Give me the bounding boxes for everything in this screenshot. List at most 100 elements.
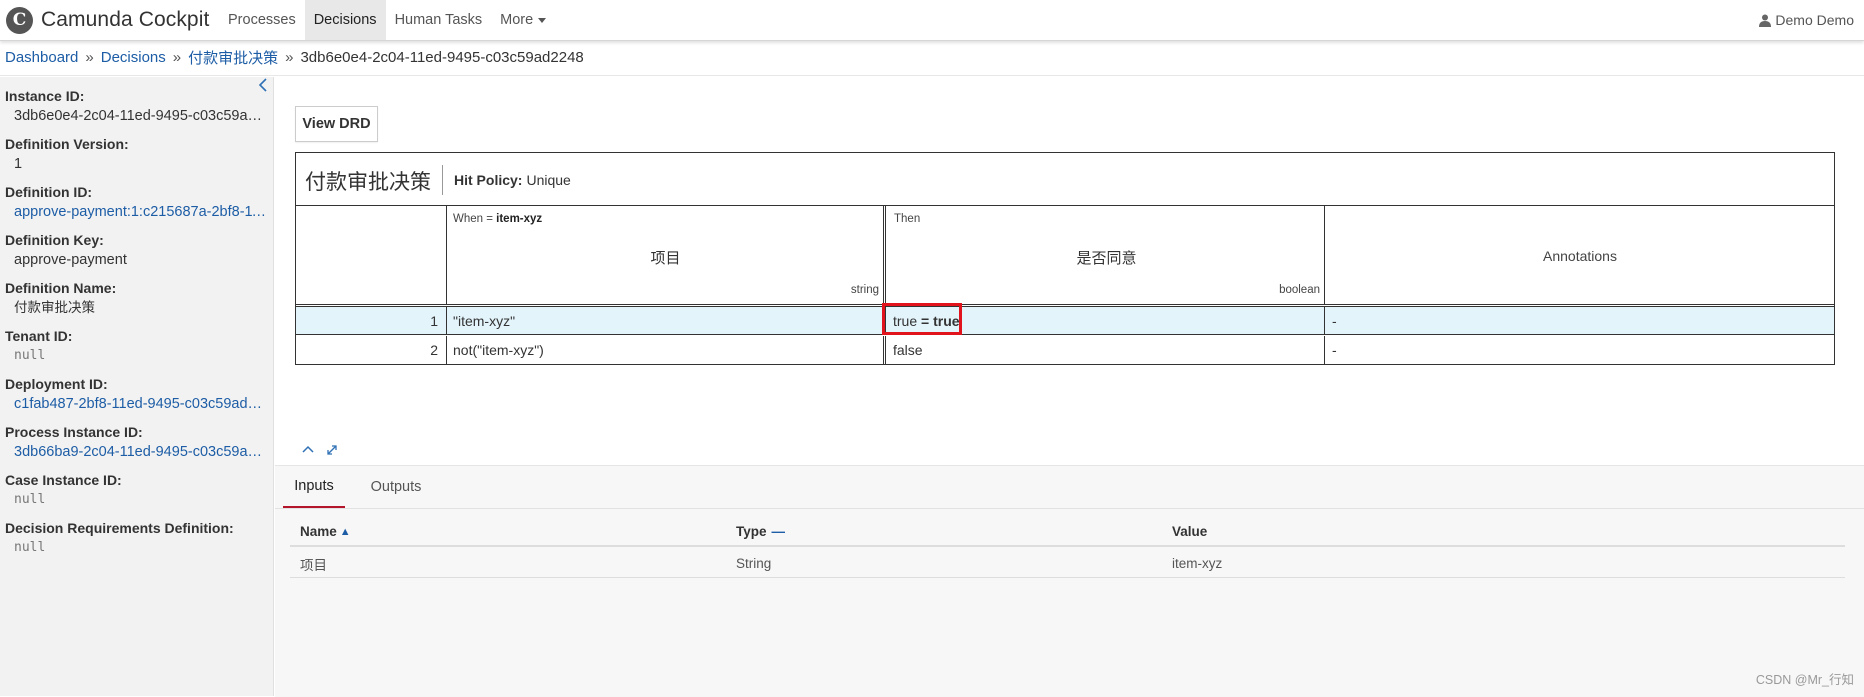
instance-sidebar: Instance ID: 3db6e0e4-2c04-11ed-9495-c03… (0, 77, 274, 696)
prop-drd: Decision Requirements Definition: null (5, 519, 273, 559)
rule-annotation-cell: - (1332, 312, 1337, 329)
table-row: 项目 String item-xyz (290, 549, 1845, 578)
column-type-label: Type (736, 524, 767, 539)
rule-index-header (296, 206, 447, 304)
prop-label: Decision Requirements Definition: (5, 520, 234, 536)
camunda-logo-icon: C (6, 6, 33, 34)
prop-instance-id: Instance ID: 3db6e0e4-2c04-11ed-9495-c03… (5, 87, 273, 127)
prop-definition-name: Definition Name: 付款审批决策 (5, 279, 273, 319)
table-row: 1 "item-xyz" true = true - (296, 303, 1834, 335)
prop-label: Process Instance ID: (5, 424, 143, 440)
nav-more[interactable]: More (491, 0, 555, 40)
rule-input-cell: "item-xyz" (448, 307, 886, 334)
inputs-table-header: Name ▲ Type — Value (290, 518, 1845, 547)
drd-value: null (14, 540, 46, 555)
breadcrumb-decision-definition[interactable]: 付款审批决策 (188, 47, 278, 68)
app-title: Camunda Cockpit (41, 8, 210, 31)
hit-policy: Hit Policy: Unique (454, 172, 571, 188)
output-type: boolean (1279, 284, 1320, 296)
input-name-cell: 项目 (300, 557, 327, 573)
nav-processes[interactable]: Processes (219, 0, 305, 40)
prop-deployment-id: Deployment ID: c1fab487-2bf8-11ed-9495-c… (5, 375, 273, 415)
expand-icon[interactable] (325, 443, 339, 457)
nav-human-tasks[interactable]: Human Tasks (386, 0, 492, 40)
chevron-up-icon[interactable] (301, 444, 315, 454)
breadcrumb-decisions[interactable]: Decisions (101, 49, 166, 66)
main-nav: Processes Decisions Human Tasks More (219, 0, 555, 40)
breadcrumb-current-instance: 3db6e0e4-2c04-11ed-9495-c03c59ad2248 (300, 49, 584, 66)
decision-table-header: 付款审批决策 Hit Policy: Unique (296, 153, 1834, 206)
input-clause: When = item-xyz (453, 213, 542, 225)
input-clause-prefix: When = (453, 213, 493, 225)
variables-panel: Inputs Outputs Name ▲ Type — Value 项目 Stri… (275, 465, 1864, 697)
nav-decisions[interactable]: Decisions (304, 0, 386, 40)
definition-key-value: approve-payment (14, 252, 127, 268)
column-header-value: Value (1172, 524, 1208, 539)
annotations-column-header: Annotations (1326, 206, 1834, 304)
prop-tenant-id: Tenant ID: null (5, 327, 273, 367)
definition-name-value: 付款审批决策 (14, 300, 95, 315)
variables-tabs: Inputs Outputs (275, 466, 1864, 509)
decision-table-name: 付款审批决策 (305, 171, 431, 194)
tab-outputs[interactable]: Outputs (365, 466, 427, 508)
sort-ascending-icon: ▲ (339, 525, 351, 538)
rule-input-cell: not("item-xyz") (448, 336, 886, 364)
prop-definition-key: Definition Key: approve-payment (5, 231, 273, 271)
table-row: 2 not("item-xyz") false - (296, 336, 1834, 364)
hit-policy-label: Hit Policy: (454, 172, 523, 188)
sort-none-icon: — (771, 524, 786, 539)
watermark: CSDN @Mr_行知 (1755, 673, 1854, 687)
input-column-header: When = item-xyz 项目 string (448, 206, 886, 304)
user-icon (1759, 14, 1772, 27)
process-instance-id-link[interactable]: 3db66ba9-2c04-11ed-9495-c03c59ad2248 (5, 441, 269, 463)
prop-label: Definition Name: (5, 280, 117, 296)
input-label: 项目 (650, 250, 681, 267)
prop-definition-version: Definition Version: 1 (5, 135, 273, 175)
decision-table: 付款审批决策 Hit Policy: Unique When = item-xyz… (295, 152, 1835, 365)
user-name: Demo Demo (1775, 12, 1854, 28)
view-drd-button[interactable]: View DRD (295, 106, 378, 142)
breadcrumb-dashboard[interactable]: Dashboard (5, 49, 78, 66)
input-clause-expression: item-xyz (496, 213, 543, 225)
rule-index: 1 (296, 307, 447, 334)
prop-label: Definition Key: (5, 232, 104, 248)
rule-output-cell: false (889, 336, 1325, 364)
collapse-sidebar-icon[interactable] (257, 78, 269, 92)
output-clause: Then (894, 213, 921, 225)
input-value-cell: item-xyz (1172, 556, 1223, 571)
breadcrumb-separator: » (285, 49, 294, 66)
breadcrumb-separator: » (85, 49, 94, 66)
brand[interactable]: C Camunda Cockpit (6, 6, 209, 34)
user-menu[interactable]: Demo Demo (1759, 0, 1854, 40)
hit-policy-value: Unique (526, 172, 571, 188)
caret-down-icon (538, 17, 547, 23)
prop-process-instance-id: Process Instance ID: 3db66ba9-2c04-11ed-… (5, 423, 273, 463)
deployment-id-link[interactable]: c1fab487-2bf8-11ed-9495-c03c59ad2248 (5, 393, 269, 415)
main-content: View DRD 付款审批决策 Hit Policy: Unique When =… (275, 77, 1864, 697)
column-name-label: Name (300, 524, 337, 539)
tenant-id-value: null (14, 348, 46, 363)
breadcrumb-separator: » (172, 49, 182, 66)
input-type: string (850, 284, 879, 296)
top-navbar: C Camunda Cockpit Processes Decisions Hu… (0, 0, 1864, 41)
prop-label: Definition ID: (5, 184, 93, 200)
prop-label: Instance ID: (5, 88, 85, 104)
rule-index: 2 (296, 336, 447, 364)
rule-output-cell: true = true (882, 303, 1325, 335)
column-header-type[interactable]: Type — (736, 518, 785, 545)
prop-case-instance-id: Case Instance ID: null (5, 471, 273, 511)
column-header-name[interactable]: Name ▲ (300, 518, 351, 545)
definition-id-link[interactable]: approve-payment:1:c215687a-2bf8-11ed-949… (5, 201, 269, 223)
prop-definition-id: Definition ID: approve-payment:1:c215687… (5, 183, 273, 223)
tab-inputs[interactable]: Inputs (283, 466, 345, 508)
annotations-label: Annotations (1543, 248, 1617, 264)
input-type-cell: String (736, 556, 772, 571)
header-divider (442, 165, 443, 195)
case-instance-id-value: null (14, 492, 46, 507)
highlight-box (882, 303, 962, 335)
rule-annotation-cell: - (1332, 342, 1337, 358)
breadcrumb: Dashboard » Decisions » 付款审批决策 » 3db6e0e… (0, 40, 1864, 76)
output-column-header: Then 是否同意 boolean (889, 206, 1325, 304)
prop-label: Definition Version: (5, 136, 129, 152)
prop-label: Tenant ID: (5, 328, 73, 344)
